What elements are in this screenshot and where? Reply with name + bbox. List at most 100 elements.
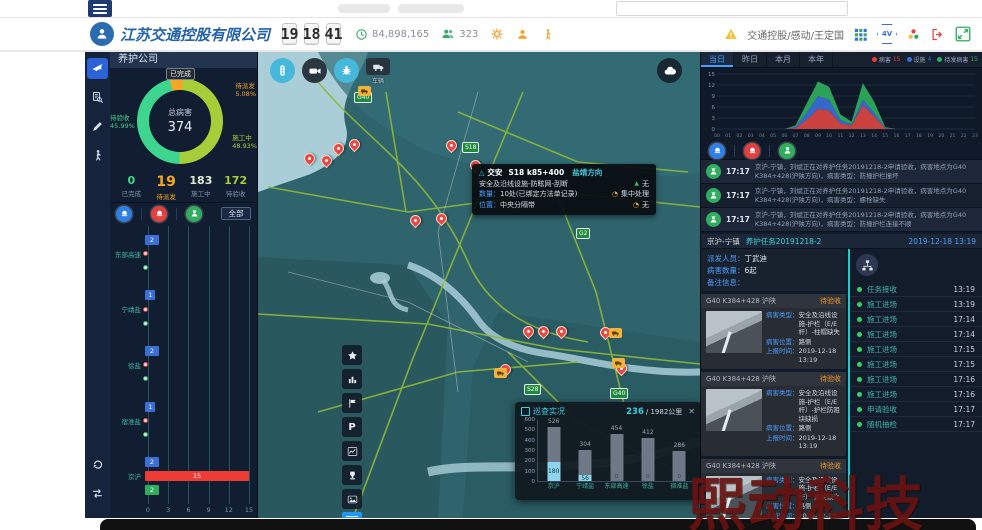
apps-grid-icon[interactable] [853,27,868,42]
urgent-filter-button[interactable] [744,143,760,159]
company-row-东部高速[interactable]: 东部高速2 [110,235,249,273]
bar-待验收 [145,430,249,440]
defect-photo[interactable] [706,476,762,518]
task-datetime: 2019-12-18 13:19 [908,237,976,246]
x-tick: 12 [225,506,233,514]
defect-card[interactable]: G40 K384+428 沪陕待验收病害类型：安全及沿线设施-护栏（E/E杆）-… [701,294,846,369]
status-dot [857,302,862,307]
sidebar-item-report[interactable] [87,116,108,137]
map-tool-star[interactable] [342,345,362,365]
map-tool-flag[interactable] [342,393,362,413]
svg-text:18: 18 [916,133,922,139]
all-button[interactable]: 全部 [221,207,251,220]
bar-chart-x-axis: 03691215 [148,506,249,518]
undo-button[interactable] [87,454,108,475]
sidebar-item-dispatch[interactable] [87,58,108,79]
road-shield: G2 [576,228,590,239]
bar-value: 15 [193,472,201,480]
defect-photo[interactable] [706,311,762,353]
tab-昨日[interactable]: 昨日 [734,52,767,67]
event-row[interactable]: 17:17京沪-宁镇，刘斌正在对养护任务20191218-2申请验收，病害地点为… [701,208,982,232]
browser-strip [0,0,982,18]
close-icon[interactable]: ✕ [688,407,695,416]
weather-button[interactable] [657,58,682,83]
card-road: G40 K384+428 沪陕 [706,374,776,384]
field-label: 上报时间： [766,512,799,519]
legend-待发病害: 待发病害 15 [937,55,978,64]
map-tool-trophy[interactable] [342,465,362,485]
menu-icon[interactable] [88,0,112,17]
map[interactable]: 车辆 △ 交安 S18 k85+400 盐靖方向 安全及沿线设施-防眩网-刮断 … [258,52,700,518]
y-tick: 200 [525,458,536,464]
sidebar-item-personnel[interactable] [87,145,108,166]
svg-text:02: 02 [737,133,743,139]
swap-button[interactable] [87,483,108,504]
svg-text:00: 00 [714,133,720,139]
settings-button[interactable] [490,27,504,41]
defect-photo[interactable] [706,389,762,431]
vehicle-marker[interactable] [612,358,625,368]
timeline-label: 施工进场 [867,299,948,310]
company-name: 江苏交通控股有限公司 [120,24,270,45]
camera-toggle[interactable] [302,58,327,83]
bar-待派发: 2 [145,457,249,467]
map-tool-image[interactable] [342,489,362,509]
worker-icon [706,212,721,227]
traffic-light-toggle[interactable] [270,58,295,83]
company-row-宁靖盐[interactable]: 宁靖盐 1 [110,290,249,328]
defect-toggle[interactable] [334,58,359,83]
user-button[interactable] [516,28,529,41]
donut-callout-accept: 待验收45.99% [110,114,136,130]
worker-filter-button[interactable] [186,206,202,222]
company-row-宿淮盐[interactable]: 宿淮盐1 [110,402,249,440]
user-path[interactable]: 交通控股/感动/王定国 [747,27,844,42]
event-row[interactable]: 17:17京沪-宁镇，刘斌正在对养护任务20191218-2申请验收，病害地点为… [701,184,982,208]
patrol-button[interactable] [541,28,554,41]
card-field: 病害位置：路侧 [766,338,841,347]
x-tick: 6 [186,506,190,514]
timeline-time: 13:19 [953,300,975,309]
sidebar [85,52,110,518]
worker-filter-button[interactable] [779,143,795,159]
map-tool-bar-chart[interactable] [342,369,362,389]
timeline-label: 施工进场 [867,329,948,340]
taskbar [100,519,976,530]
fullscreen-icon[interactable] [954,25,972,43]
urgent-filter-button[interactable] [151,206,167,222]
y-tick: 300 [525,448,536,454]
field-label: 病害位置： [766,338,799,347]
vehicle-marker[interactable] [494,368,507,378]
bar-待派发: 1 [145,402,249,412]
map-tool-line-chart[interactable] [342,441,362,461]
alarm-filter-button[interactable] [709,143,725,159]
vehicle-marker[interactable] [358,86,371,96]
vehicle-toggle[interactable]: 车辆 [366,58,390,85]
bar-value: 1 [148,291,152,299]
flow-chart-button[interactable] [856,254,878,276]
event-list: 17:17京沪-宁镇，刘斌正在对养护任务20191218-2申请验收，病害地点为… [701,160,982,234]
tab-当日[interactable]: 当日 [701,52,734,67]
4v-badge[interactable]: 4V [877,24,897,44]
company-row-徐盐[interactable]: 徐盐2 [110,346,249,384]
defect-card[interactable]: G40 K384+428 沪陕待验收病害类型：安全及沿线设施-护栏（E/E杆）-… [701,372,846,456]
tab-本月[interactable]: 本月 [767,52,800,67]
sidebar-item-inspection[interactable] [87,87,108,108]
company-label: 宁靖盐 [110,304,144,314]
vehicle-toggle-label: 车辆 [372,76,384,85]
vehicle-marker[interactable] [609,328,622,338]
field-label: 上报时间： [766,347,799,364]
page-remnant-pill [338,4,390,13]
patrol-popup: 巡查实况 236 / 1982公里 ✕ 6005004003002001000 … [515,402,700,500]
map-menu-button[interactable] [342,512,362,518]
alarm-filter-button[interactable] [116,206,132,222]
logout-icon[interactable] [930,27,945,42]
company-row-京沪[interactable]: 京沪2152 [110,457,249,495]
task-header[interactable]: 京沪-宁镇 养护任务20191218-2 2019-12-18 13:19 [701,234,982,249]
clock-ss: 41 [326,23,341,45]
event-row[interactable]: 17:17京沪-宁镇，刘斌正在对养护任务20191218-2申请验收，病害地点为… [701,160,982,184]
status-dot [857,317,862,322]
theme-dots-icon[interactable] [906,27,921,42]
defect-card[interactable]: G40 K384+428 沪陕待验收病害类型：安全及沿线设施-护栏（E/E杆）-… [701,459,846,519]
map-tool-parking[interactable]: P [342,417,362,437]
tab-本年[interactable]: 本年 [800,52,833,67]
